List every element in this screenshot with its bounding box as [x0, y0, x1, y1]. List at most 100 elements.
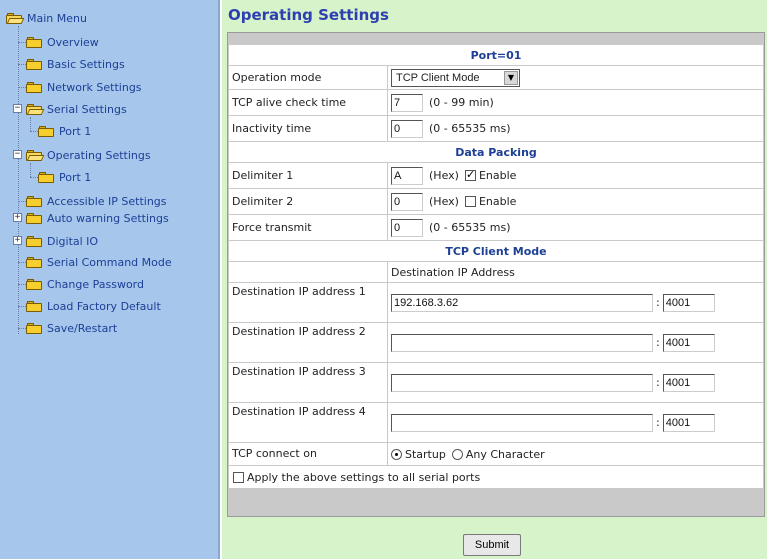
field-value-cell: 0 (Hex) Enable — [388, 189, 763, 214]
destination-port-1-input[interactable]: 4001 — [662, 293, 715, 312]
destination-row-4: Destination IP address 4 : 4001 — [228, 403, 764, 442]
tree-connector — [18, 26, 19, 334]
sidebar-item-change-password[interactable]: Change Password — [26, 276, 144, 292]
sidebar-item-basic-settings[interactable]: Basic Settings — [26, 56, 125, 72]
sidebar-item-save-restart[interactable]: Save/Restart — [26, 320, 117, 336]
section-header-tcp-client: TCP Client Mode — [229, 241, 763, 261]
tree-connector — [18, 87, 26, 88]
collapse-icon[interactable]: − — [13, 150, 22, 159]
sidebar-item-serial-port-1[interactable]: Port 1 — [38, 123, 91, 139]
destination-ip-4-input[interactable] — [391, 413, 653, 432]
inactivity-row: Inactivity time 0 (0 - 65535 ms) — [228, 116, 764, 141]
sidebar-item-operating-port-1[interactable]: Port 1 — [38, 169, 91, 185]
tcp-connect-row: TCP connect on Startup Any Character — [228, 443, 764, 465]
sidebar-item-serial-command-mode[interactable]: Serial Command Mode — [26, 254, 172, 270]
unit-label: (Hex) — [429, 195, 459, 208]
destination-port-3-input[interactable]: 4001 — [662, 373, 715, 392]
delimiter2-input[interactable]: 0 — [391, 192, 423, 211]
tree-connector — [30, 131, 38, 132]
folder-icon — [26, 235, 42, 247]
delimiter1-input[interactable]: A — [391, 166, 423, 185]
tcp-alive-row: TCP alive check time 7 (0 - 99 min) — [228, 90, 764, 115]
folder-icon — [26, 58, 42, 70]
dropdown-arrow-icon: ▼ — [504, 70, 518, 85]
folder-icon — [26, 195, 42, 207]
main-content: Operating Settings Port=01 Operation mod… — [222, 0, 767, 559]
sidebar-item-label: Main Menu — [27, 11, 87, 25]
range-hint: (0 - 65535 ms) — [429, 221, 511, 234]
apply-all-cell: Apply the above settings to all serial p… — [229, 466, 763, 488]
radio-label: Startup — [405, 447, 446, 461]
field-value-cell: 192.168.3.62 : 4001 — [388, 283, 763, 322]
field-value-cell: 7 (0 - 99 min) — [388, 90, 763, 115]
tree-connector — [18, 42, 26, 43]
sidebar-item-label: Basic Settings — [47, 57, 125, 71]
colon-separator: : — [656, 416, 660, 429]
field-label: Delimiter 2 — [229, 189, 387, 214]
field-value-cell: : 4001 — [388, 403, 763, 442]
any-character-radio[interactable] — [451, 448, 463, 460]
sidebar-item-serial-settings[interactable]: Serial Settings — [26, 101, 127, 117]
apply-all-checkbox[interactable] — [233, 471, 244, 483]
field-value-cell: : 4001 — [388, 363, 763, 402]
destination-row-2: Destination IP address 2 : 4001 — [228, 323, 764, 362]
submit-button[interactable]: Submit — [463, 534, 521, 556]
sidebar-item-main-menu[interactable]: Main Menu — [6, 10, 87, 26]
destination-port-2-input[interactable]: 4001 — [662, 333, 715, 352]
folder-icon — [26, 256, 42, 268]
folder-icon — [38, 171, 54, 183]
tree-connector — [18, 306, 26, 307]
delimiter1-enable-checkbox[interactable] — [464, 168, 476, 181]
open-folder-icon — [26, 149, 45, 161]
sidebar-item-digital-io[interactable]: Digital IO — [26, 233, 98, 249]
destination-port-4-input[interactable]: 4001 — [662, 413, 715, 432]
settings-form-table: Port=01 Operation mode TCP Client Mode ▼… — [227, 32, 765, 517]
operation-mode-select[interactable]: TCP Client Mode ▼ — [391, 68, 520, 87]
tree-connector — [30, 177, 38, 178]
folder-icon — [26, 278, 42, 290]
inactivity-input[interactable]: 0 — [391, 119, 423, 138]
field-value-cell: 0 (0 - 65535 ms) — [388, 116, 763, 141]
colon-separator: : — [656, 296, 660, 309]
range-hint: (0 - 65535 ms) — [429, 122, 511, 135]
sidebar-item-overview[interactable]: Overview — [26, 34, 99, 50]
force-transmit-input[interactable]: 0 — [391, 218, 423, 237]
select-value: TCP Client Mode — [396, 71, 480, 84]
open-folder-icon — [26, 103, 45, 115]
collapse-icon[interactable]: − — [13, 104, 22, 113]
sidebar-item-operating-settings[interactable]: Operating Settings — [26, 147, 151, 163]
sidebar-item-label: Network Settings — [47, 80, 142, 94]
data-packing-header-row: Data Packing — [228, 142, 764, 162]
sidebar-item-label: Overview — [47, 35, 99, 49]
startup-radio[interactable] — [391, 448, 402, 460]
tcp-alive-input[interactable]: 7 — [391, 93, 423, 112]
sidebar-item-accessible-ip-settings[interactable]: Accessible IP Settings — [26, 193, 167, 209]
checkbox-label: Enable — [478, 169, 517, 182]
sidebar-item-auto-warning-settings[interactable]: Auto warning Settings — [26, 210, 169, 226]
field-value-cell: : 4001 — [388, 323, 763, 362]
apply-all-row: Apply the above settings to all serial p… — [228, 466, 764, 488]
expand-icon[interactable]: + — [13, 213, 22, 222]
sidebar-item-label: Accessible IP Settings — [47, 194, 167, 208]
dest-ip-column-header-row: Destination IP Address — [228, 262, 764, 282]
delimiter2-row: Delimiter 2 0 (Hex) Enable — [228, 189, 764, 214]
destination-ip-2-input[interactable] — [391, 333, 653, 352]
destination-ip-1-input[interactable]: 192.168.3.62 — [391, 293, 653, 312]
field-label: Delimiter 1 — [229, 163, 387, 188]
folder-icon — [26, 322, 42, 334]
field-value-cell: 0 (0 - 65535 ms) — [388, 215, 763, 240]
field-label: TCP connect on — [229, 443, 387, 465]
destination-ip-3-input[interactable] — [391, 373, 653, 392]
folder-icon — [26, 300, 42, 312]
section-header-data-packing: Data Packing — [229, 142, 763, 162]
field-value-cell: A (Hex) Enable — [388, 163, 763, 188]
tree-connector — [18, 262, 26, 263]
empty-cell — [229, 262, 387, 282]
sidebar-nav: Main Menu Overview Basic Settings Networ… — [0, 0, 220, 559]
expand-icon[interactable]: + — [13, 236, 22, 245]
sidebar-item-network-settings[interactable]: Network Settings — [26, 79, 142, 95]
sidebar-item-load-factory-default[interactable]: Load Factory Default — [26, 298, 161, 314]
delimiter2-enable-checkbox[interactable] — [464, 196, 476, 207]
destination-row-1: Destination IP address 1 192.168.3.62 : … — [228, 283, 764, 322]
folder-icon — [26, 81, 42, 93]
